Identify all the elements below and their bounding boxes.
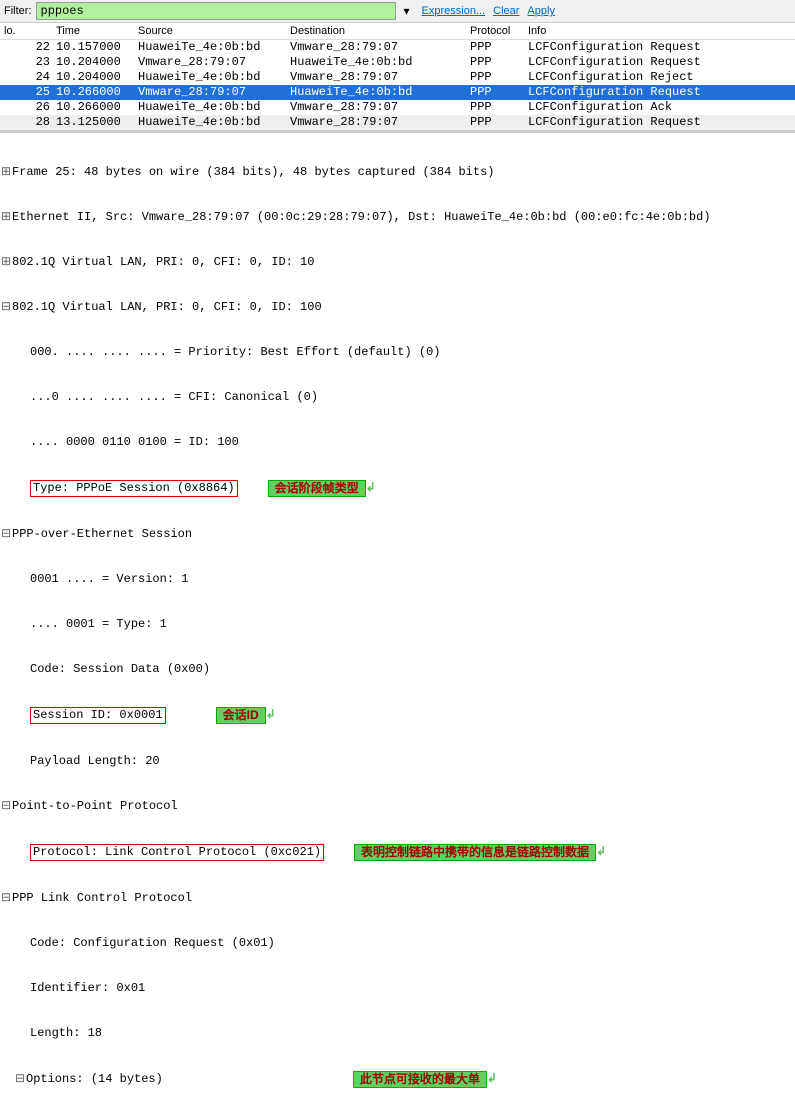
filter-bar: Filter: ▾ Expression... Clear Apply <box>0 0 795 23</box>
packet-list-header: lo. Time Source Destination Protocol Inf… <box>0 23 795 40</box>
vlan2-priority[interactable]: 000. .... .... .... = Priority: Best Eff… <box>30 345 440 360</box>
packet-row[interactable]: 2310.204000Vmware_28:79:07HuaweiTe_4e:0b… <box>0 55 795 70</box>
lcp-line[interactable]: PPP Link Control Protocol <box>12 891 192 906</box>
expression-link[interactable]: Expression... <box>422 5 486 17</box>
arrow-icon: ↲ <box>487 1072 497 1087</box>
arrow-icon: ↲ <box>596 845 606 860</box>
collapse-icon[interactable]: ⊟ <box>0 527 12 542</box>
expand-icon[interactable]: ⊞ <box>0 210 12 225</box>
vlan2-type-box[interactable]: Type: PPPoE Session (0x8864) <box>30 480 238 497</box>
eth-line[interactable]: Ethernet II, Src: Vmware_28:79:07 (00:0c… <box>12 210 711 225</box>
vlan2-line[interactable]: 802.1Q Virtual LAN, PRI: 0, CFI: 0, ID: … <box>12 300 322 315</box>
col-destination[interactable]: Destination <box>290 25 470 37</box>
lcp-id[interactable]: Identifier: 0x01 <box>30 981 145 996</box>
frame-line[interactable]: Frame 25: 48 bytes on wire (384 bits), 4… <box>12 165 494 180</box>
note-mru: 此节点可接收的最大单 <box>353 1071 487 1088</box>
pppoe-version[interactable]: 0001 .... = Version: 1 <box>30 572 188 587</box>
packet-details: ⊞Frame 25: 48 bytes on wire (384 bits), … <box>0 130 795 1094</box>
pppoe-line[interactable]: PPP-over-Ethernet Session <box>12 527 192 542</box>
packet-list: lo. Time Source Destination Protocol Inf… <box>0 23 795 130</box>
filter-label: Filter: <box>4 5 32 17</box>
note-type: 会话阶段帧类型 <box>268 480 366 497</box>
col-info[interactable]: Info <box>528 25 795 37</box>
collapse-icon[interactable]: ⊟ <box>14 1072 26 1087</box>
filter-input[interactable] <box>36 2 396 20</box>
clear-link[interactable]: Clear <box>493 5 519 17</box>
arrow-icon: ↲ <box>266 708 276 723</box>
collapse-icon[interactable]: ⊟ <box>0 891 12 906</box>
pppoe-len[interactable]: Payload Length: 20 <box>30 754 160 769</box>
col-protocol[interactable]: Protocol <box>470 25 528 37</box>
lcp-code[interactable]: Code: Configuration Request (0x01) <box>30 936 275 951</box>
expand-icon[interactable]: ⊞ <box>0 165 12 180</box>
packet-row[interactable]: 2610.266000HuaweiTe_4e:0b:bdVmware_28:79… <box>0 100 795 115</box>
pppoe-type[interactable]: .... 0001 = Type: 1 <box>30 617 167 632</box>
ppp-proto-box[interactable]: Protocol: Link Control Protocol (0xc021) <box>30 844 324 861</box>
col-time[interactable]: Time <box>56 25 138 37</box>
col-source[interactable]: Source <box>138 25 290 37</box>
note-sid: 会话ID <box>216 707 266 724</box>
pppoe-code[interactable]: Code: Session Data (0x00) <box>30 662 210 677</box>
vlan2-cfi[interactable]: ...0 .... .... .... = CFI: Canonical (0) <box>30 390 318 405</box>
lcp-opts[interactable]: Options: (14 bytes) <box>26 1072 163 1087</box>
packet-row[interactable]: 2210.157000HuaweiTe_4e:0b:bdVmware_28:79… <box>0 40 795 55</box>
lcp-len[interactable]: Length: 18 <box>30 1026 102 1041</box>
pppoe-sid-box[interactable]: Session ID: 0x0001 <box>30 707 166 724</box>
collapse-icon[interactable]: ⊟ <box>0 799 12 814</box>
arrow-icon: ↲ <box>366 481 376 496</box>
packet-row[interactable]: 2410.204000HuaweiTe_4e:0b:bdVmware_28:79… <box>0 70 795 85</box>
collapse-icon[interactable]: ⊟ <box>0 300 12 315</box>
note-proto: 表明控制链路中携带的信息是链路控制数据 <box>354 844 596 861</box>
vlan2-id[interactable]: .... 0000 0110 0100 = ID: 100 <box>30 435 239 450</box>
col-no[interactable]: lo. <box>0 25 56 37</box>
packet-row[interactable]: 2510.266000Vmware_28:79:07HuaweiTe_4e:0b… <box>0 85 795 100</box>
vlan1-line[interactable]: 802.1Q Virtual LAN, PRI: 0, CFI: 0, ID: … <box>12 255 314 270</box>
ppp-line[interactable]: Point-to-Point Protocol <box>12 799 178 814</box>
apply-link[interactable]: Apply <box>527 5 555 17</box>
packet-row[interactable]: 2813.125000HuaweiTe_4e:0b:bdVmware_28:79… <box>0 115 795 130</box>
filter-dropdown-icon[interactable]: ▾ <box>400 4 414 18</box>
expand-icon[interactable]: ⊞ <box>0 255 12 270</box>
